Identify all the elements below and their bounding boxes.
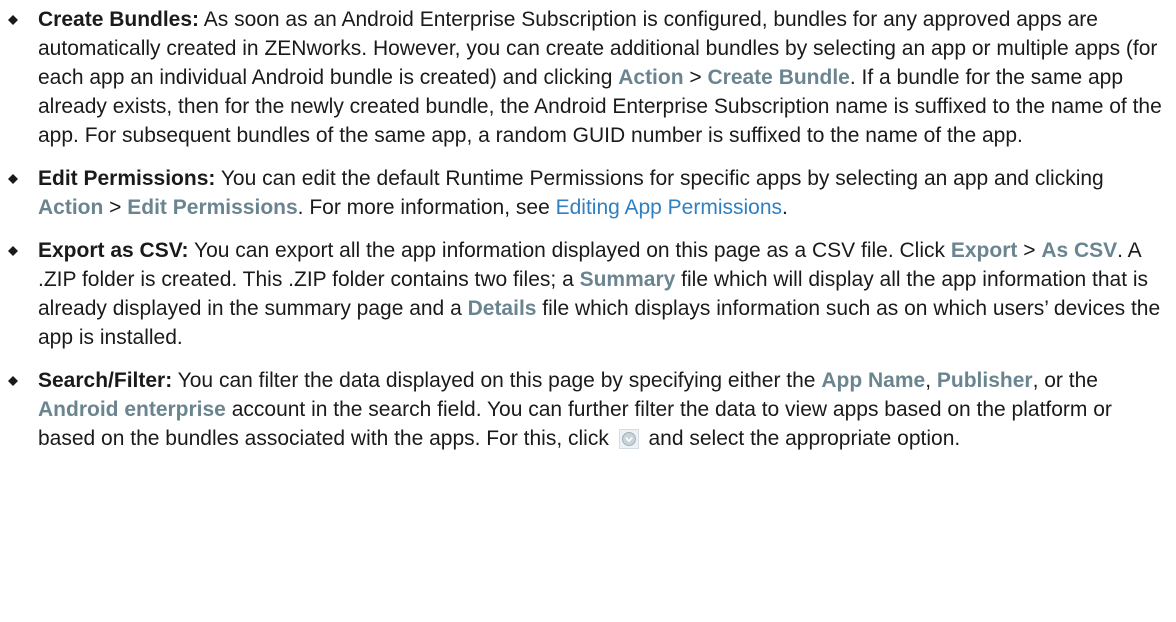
- text: , or the: [1032, 369, 1098, 392]
- ui-label-export: Export: [950, 239, 1018, 262]
- ui-label-android-enterprise: Android enterprise: [38, 398, 226, 421]
- ui-label-summary: Summary: [579, 268, 676, 291]
- ui-label-details: Details: [467, 297, 537, 320]
- diamond-bullet-icon: [8, 174, 18, 184]
- text: You can edit the default Runtime Permiss…: [215, 167, 1104, 190]
- separator: >: [103, 196, 128, 219]
- separator: >: [1017, 239, 1042, 262]
- term-create-bundles: Create Bundles:: [38, 8, 200, 31]
- editing-app-permissions-link[interactable]: Editing App Permissions: [556, 196, 782, 219]
- text: You can filter the data displayed on thi…: [172, 369, 822, 392]
- ui-label-action: Action: [618, 66, 684, 89]
- list-item-create-bundles: Create Bundles: As soon as an Android En…: [0, 5, 1176, 150]
- ui-label-as-csv: As CSV: [1041, 239, 1118, 262]
- separator: >: [683, 66, 708, 89]
- term-export-as-csv: Export as CSV:: [38, 239, 189, 262]
- document-body: Create Bundles: As soon as an Android En…: [0, 0, 1176, 453]
- filter-dropdown-icon: [618, 429, 639, 449]
- term-search-filter: Search/Filter:: [38, 369, 173, 392]
- ui-label-app-name: App Name: [821, 369, 926, 392]
- text: You can export all the app information d…: [188, 239, 951, 262]
- ui-label-publisher: Publisher: [936, 369, 1033, 392]
- list-item-search-filter: Search/Filter: You can filter the data d…: [0, 366, 1176, 453]
- ui-label-edit-permissions: Edit Permissions: [127, 196, 298, 219]
- diamond-bullet-icon: [8, 246, 18, 256]
- text: and select the appropriate option.: [642, 427, 961, 450]
- diamond-bullet-icon: [8, 15, 18, 25]
- list-item-export-as-csv: Export as CSV: You can export all the ap…: [0, 236, 1176, 352]
- ui-label-action: Action: [38, 196, 104, 219]
- text: ,: [925, 369, 937, 392]
- text: . For more information, see: [297, 196, 556, 219]
- text: .: [782, 196, 788, 219]
- diamond-bullet-icon: [8, 376, 18, 386]
- ui-label-create-bundle: Create Bundle: [707, 66, 850, 89]
- list-item-edit-permissions: Edit Permissions: You can edit the defau…: [0, 164, 1176, 222]
- term-edit-permissions: Edit Permissions:: [38, 167, 216, 190]
